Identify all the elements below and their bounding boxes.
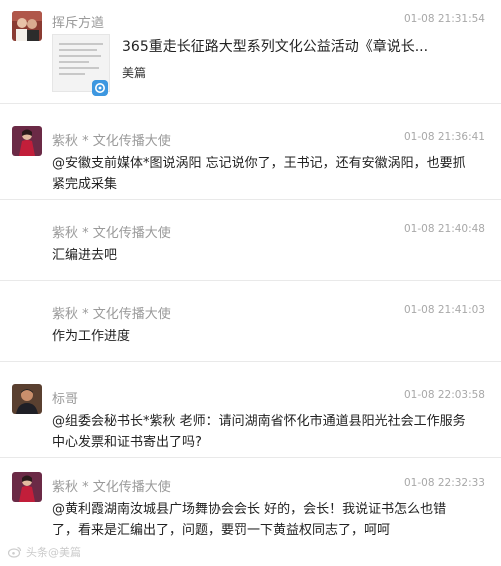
avatar[interactable] [12,472,42,502]
comment-text: 汇编进去吧 [52,248,118,263]
author-name[interactable]: 紫秋 * 文化传播大使 [52,222,171,241]
timestamp: 01-08 21:41:03 [403,304,485,316]
comment-item: 紫秋 * 文化传播大使 01-08 21:36:41 @安徽支前媒体*图说涡阳 … [0,104,501,200]
timestamp: 01-08 21:31:54 [403,13,485,25]
couple-photo-avatar [12,11,42,41]
woman-red-dress-avatar [12,472,42,502]
author-name[interactable]: 紫秋 * 文化传播大使 [52,130,171,149]
timestamp: 01-08 22:32:33 [403,477,485,489]
meipian-logo-icon [92,80,108,96]
timestamp: 01-08 21:40:48 [403,223,485,235]
shared-article-card[interactable]: 365重走长征路大型系列文化公益活动《章说长... 美篇 [52,34,484,96]
comment-item: 紫秋 * 文化传播大使 01-08 21:41:03 作为工作进度 [0,281,501,362]
comment-text: 作为工作进度 [52,329,131,344]
comment-item: 紫秋 * 文化传播大使 01-08 21:40:48 汇编进去吧 [0,200,501,281]
comment-item: 标哥 01-08 22:03:58 @组委会秘书长*紫秋 老师：请问湖南省怀化市… [0,362,501,458]
comment-text: @组委会秘书长*紫秋 老师：请问湖南省怀化市通道县阳光社会工作服务中心发票和证书… [52,414,466,450]
author-name[interactable]: 紫秋 * 文化传播大使 [52,476,171,495]
comment-item: 挥斥方遒 01-08 21:31:54 365重走长征路大型系列文化公益活动《章… [0,0,501,104]
timestamp: 01-08 22:03:58 [403,389,485,401]
avatar[interactable] [12,126,42,156]
author-name[interactable]: 紫秋 * 文化传播大使 [52,303,171,322]
comment-feed: 挥斥方遒 01-08 21:31:54 365重走长征路大型系列文化公益活动《章… [0,0,501,566]
comment-text: @黄利霞湖南汝城县广场舞协会会长 好的，会长！我说证书怎么也错了，看来是汇编出了… [52,502,447,538]
avatar[interactable] [12,11,42,41]
author-name[interactable]: 标哥 [52,388,78,407]
timestamp: 01-08 21:36:41 [403,131,485,143]
woman-red-dress-avatar [12,126,42,156]
article-title[interactable]: 365重走长征路大型系列文化公益活动《章说长... [122,36,482,56]
weibo-icon [8,546,22,558]
watermark: 头条@美篇 [8,544,81,560]
watermark-text: 头条@美篇 [26,546,81,559]
avatar[interactable] [12,384,42,414]
man-dark-shirt-avatar [12,384,42,414]
comment-text: @安徽支前媒体*图说涡阳 忘记说你了，王书记，还有安徽涡阳，也要抓紧完成采集 [52,156,466,192]
author-name[interactable]: 挥斥方遒 [52,12,104,31]
article-source: 美篇 [122,66,147,80]
